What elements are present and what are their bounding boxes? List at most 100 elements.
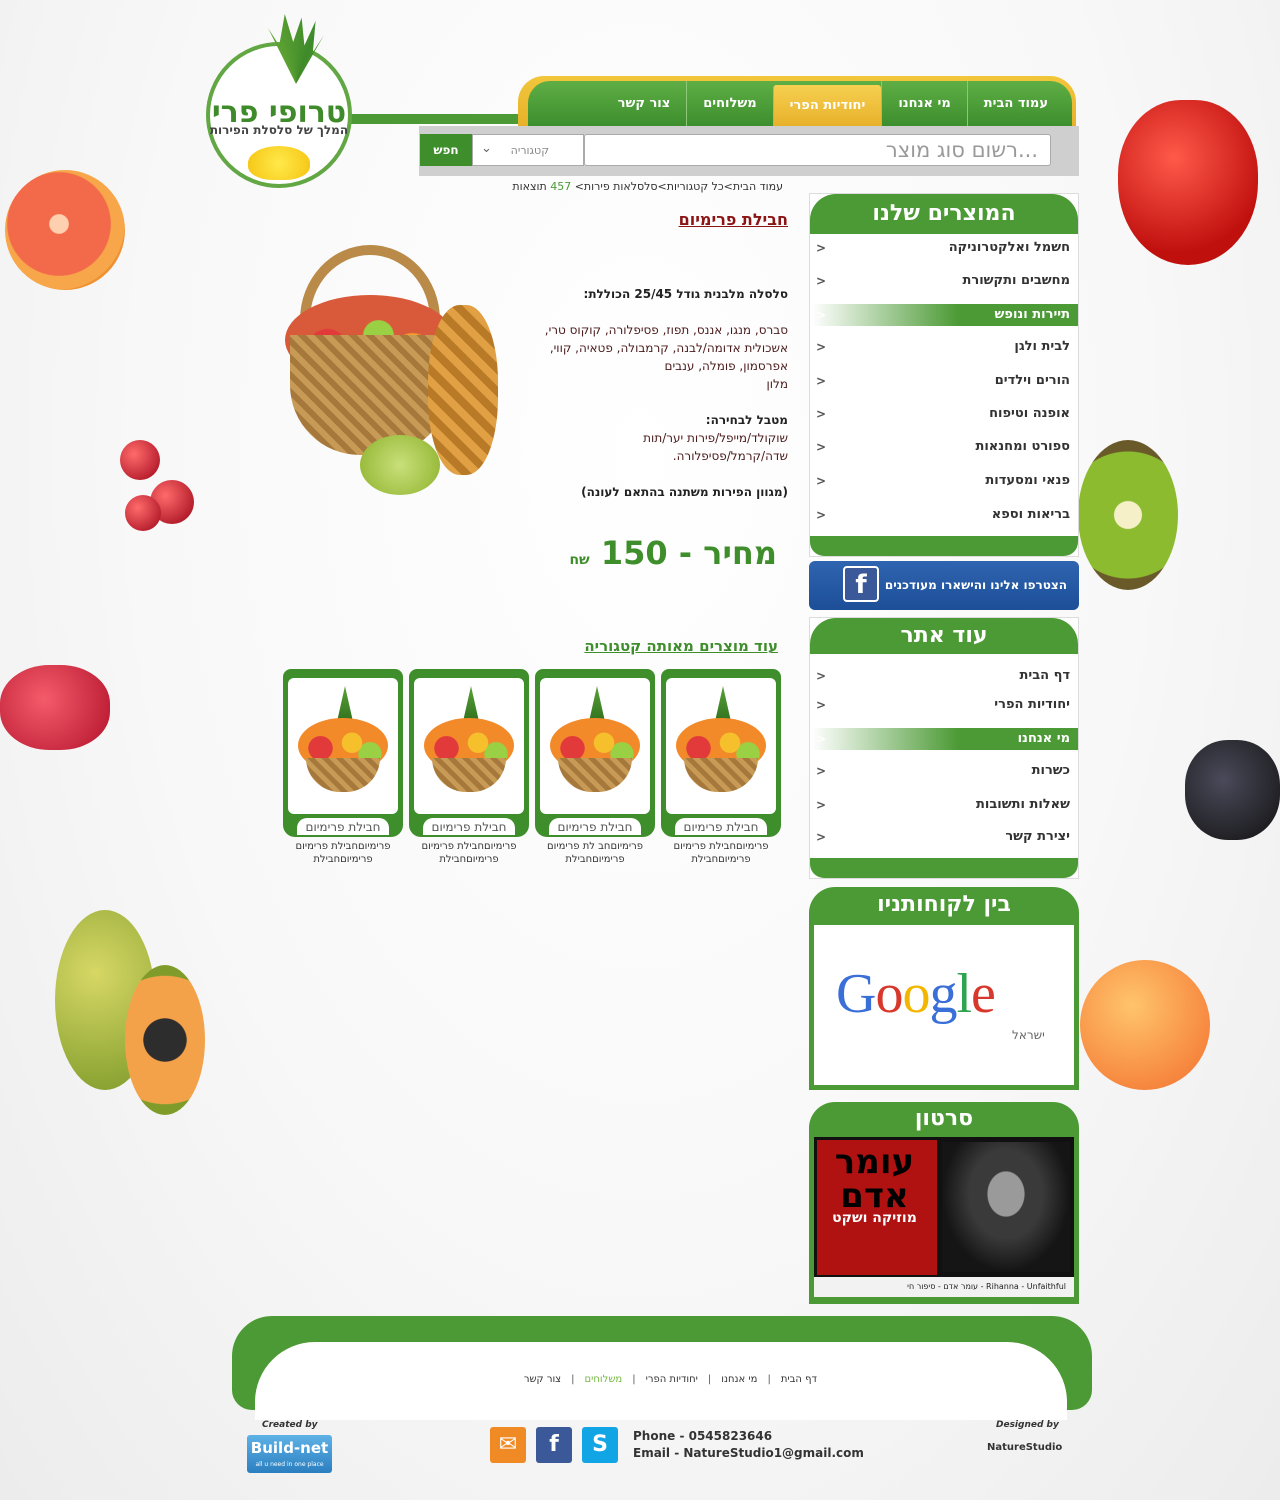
strawberry-image: [1118, 100, 1258, 265]
price-unit: שח: [569, 552, 590, 568]
related-card-image: [288, 678, 398, 814]
related-card-name: חבילת פרימיום: [675, 818, 767, 835]
site-link-faq[interactable]: שאלות ותשובות <: [812, 794, 1070, 816]
site-link-label: מי אנחנו: [1017, 731, 1070, 746]
footer-separator: |: [767, 1374, 771, 1385]
menu-item-fashion[interactable]: אופנה וטיפוח <: [812, 403, 1070, 425]
pineapple: [428, 305, 498, 475]
email-icon[interactable]: ✉: [490, 1427, 526, 1463]
nav-contact[interactable]: צור קשר: [602, 81, 687, 126]
related-card-text: פרימיוםחבילת פרימיום פרימיוםחבילת: [421, 841, 517, 865]
chevron-left-icon: <: [816, 274, 827, 288]
clients-logo-area[interactable]: Google ישראל: [814, 925, 1074, 1085]
skype-icon[interactable]: S: [582, 1427, 618, 1463]
buildnet-name: Build-net: [250, 1439, 329, 1457]
site-link-contact[interactable]: יצירת קשר <: [812, 826, 1070, 848]
nav-shipping[interactable]: משלוחים: [686, 81, 772, 126]
related-card-image: [540, 678, 650, 814]
site-link-uniqueness[interactable]: יחודיות הפרי <: [812, 694, 1070, 716]
video-poster-subtitle: מוזיקה ושקט: [832, 1210, 917, 1226]
footer-link-about[interactable]: מי אנחנו: [721, 1374, 757, 1385]
search-input[interactable]: רשום סוג מוצר...: [584, 134, 1051, 166]
related-card[interactable]: חבילת פרימיום: [661, 669, 781, 837]
logo-subtitle: המלך של סלסלת הפירות: [209, 123, 349, 137]
related-card-name: חבילת פרימיום: [423, 818, 515, 835]
site-menu-title: עוד אתר: [810, 618, 1078, 654]
menu-item-leisure[interactable]: פנאי ומסעדות <: [812, 470, 1070, 492]
related-card[interactable]: חבילת פרימיום: [409, 669, 529, 837]
site-link-label: יצירת קשר: [1005, 829, 1070, 844]
chevron-left-icon: <: [816, 440, 827, 454]
site-link-label: יחודיות הפרי: [994, 697, 1070, 712]
result-count: 457: [550, 180, 572, 193]
google-logo: Google: [836, 963, 996, 1025]
chevron-left-icon: <: [816, 764, 827, 778]
menu-item-electronics[interactable]: חשמל ואלקטרוניקה <: [812, 237, 1070, 259]
related-card[interactable]: חבילת פרימיום: [535, 669, 655, 837]
related-title[interactable]: עוד מוצרים מאותה קטגוריה: [584, 637, 778, 655]
related-card-text: פרימיוםחבילת פרימיום פרימיוםחבילת: [295, 841, 391, 865]
chevron-left-icon: <: [816, 698, 827, 712]
facebook-banner[interactable]: f הצטרפו אלינו והישארו מעודכנים: [809, 561, 1079, 610]
nav-uniqueness[interactable]: יחודיות הפרי: [772, 85, 882, 126]
grapefruit-image: [5, 170, 125, 290]
raspberry-image: [0, 665, 110, 750]
menu-item-parents-kids[interactable]: הורים וילדים <: [812, 370, 1070, 392]
footer-links: דף הבית | מי אנחנו | יחודיות הפרי | משלוחים…: [505, 1374, 817, 1385]
cherry-image: [125, 495, 161, 531]
related-card-text: פרימיוםחבילת פרימיום פרימיוםחבילת: [673, 841, 769, 865]
video-player[interactable]: עומר אדם מוזיקה ושקט עומר אדם - סיפור חי…: [814, 1137, 1074, 1297]
menu-item-health[interactable]: בריאות וספא <: [812, 504, 1070, 526]
dip-line: שדה/קרמל/פסיפלורה.: [672, 449, 788, 463]
menu-item-label: אופנה וטיפוח: [989, 406, 1070, 421]
footer-link-shipping[interactable]: משלוחים: [585, 1374, 623, 1385]
chevron-left-icon: <: [816, 241, 827, 255]
nav-home[interactable]: עמוד הבית: [966, 81, 1064, 126]
footer-link-uniqueness[interactable]: יחודיות הפרי: [646, 1374, 698, 1385]
clients-box: בין לקוחותניו Google ישראל: [809, 887, 1079, 1090]
footer-link-home[interactable]: דף הבית: [781, 1374, 817, 1385]
menu-item-home-garden[interactable]: לבית ולגן <: [812, 336, 1070, 358]
product-description: סלסלה מלבנית גודל 25/45 הכוללת: סברס, מנ…: [520, 285, 788, 501]
footer-separator: |: [707, 1374, 712, 1385]
related-card-name: חבילת פרימיום: [549, 818, 641, 835]
related-card[interactable]: חבילת פרימיום: [283, 669, 403, 837]
chevron-left-icon: <: [816, 669, 827, 683]
video-caption[interactable]: עומר אדם - סיפור חי - Rihanna - Unfaithf…: [814, 1277, 1074, 1297]
menu-item-label: ספורט ומחנאות: [975, 439, 1070, 454]
facebook-banner-text: הצטרפו אלינו והישארו מעודכנים: [884, 578, 1067, 592]
chevron-left-icon: <: [816, 474, 827, 488]
site-link-about[interactable]: מי אנחנו <: [812, 728, 1078, 750]
related-card-name: חבילת פרימיום: [297, 818, 389, 835]
buildnet-logo[interactable]: Build-net all u need in one place: [247, 1435, 332, 1473]
products-menu: המוצרים שלנו חשמל ואלקטרוניקה < מחשבים ות…: [809, 193, 1079, 557]
site-link-home[interactable]: דף הבית <: [812, 665, 1070, 687]
site-link-label: שאלות ותשובות: [976, 797, 1070, 812]
menu-item-label: חשמל ואלקטרוניקה: [948, 240, 1070, 255]
footer-link-contact[interactable]: צור קשר: [524, 1374, 561, 1385]
menu-item-computers[interactable]: מחשבים ותקשורת <: [812, 270, 1070, 292]
buildnet-tagline: all u need in one place: [255, 1461, 324, 1468]
price-value: מחיר - 150: [600, 534, 777, 572]
facebook-icon[interactable]: f: [536, 1427, 572, 1463]
category-select[interactable]: קטגוריה ⌄: [472, 134, 584, 166]
menu-item-sport[interactable]: ספורט ומחנאות <: [812, 436, 1070, 458]
contact-email[interactable]: Email - NatureStudio1@gmail.com: [633, 1445, 864, 1462]
chevron-left-icon: <: [816, 340, 827, 354]
facebook-icon: f: [843, 566, 879, 602]
products-menu-title: המוצרים שלנו: [810, 194, 1078, 234]
chevron-left-icon: <: [816, 374, 827, 388]
basket-body: [290, 335, 450, 455]
menu-item-tourism[interactable]: תיירות ונופש <: [812, 304, 1078, 326]
video-poster-title: עומר אדם: [834, 1142, 915, 1216]
footer-separator: |: [571, 1374, 575, 1385]
naturestudio-logo[interactable]: NatureStudio: [987, 1442, 1062, 1453]
nav-about[interactable]: מי אנחנו: [881, 81, 966, 126]
search-button[interactable]: חפש: [420, 134, 472, 166]
blackberry-image: [1185, 740, 1280, 840]
footer-separator: |: [632, 1374, 636, 1385]
grapes: [360, 435, 440, 495]
related-card-text: פרימיוםחב לת פרימיום פרימיוםחבילת: [547, 841, 643, 865]
site-link-kosher[interactable]: כשרות <: [812, 760, 1070, 782]
breadcrumb-path[interactable]: עמוד הבית>כל קטגוריות>סלסלאות פירות>: [575, 180, 783, 193]
